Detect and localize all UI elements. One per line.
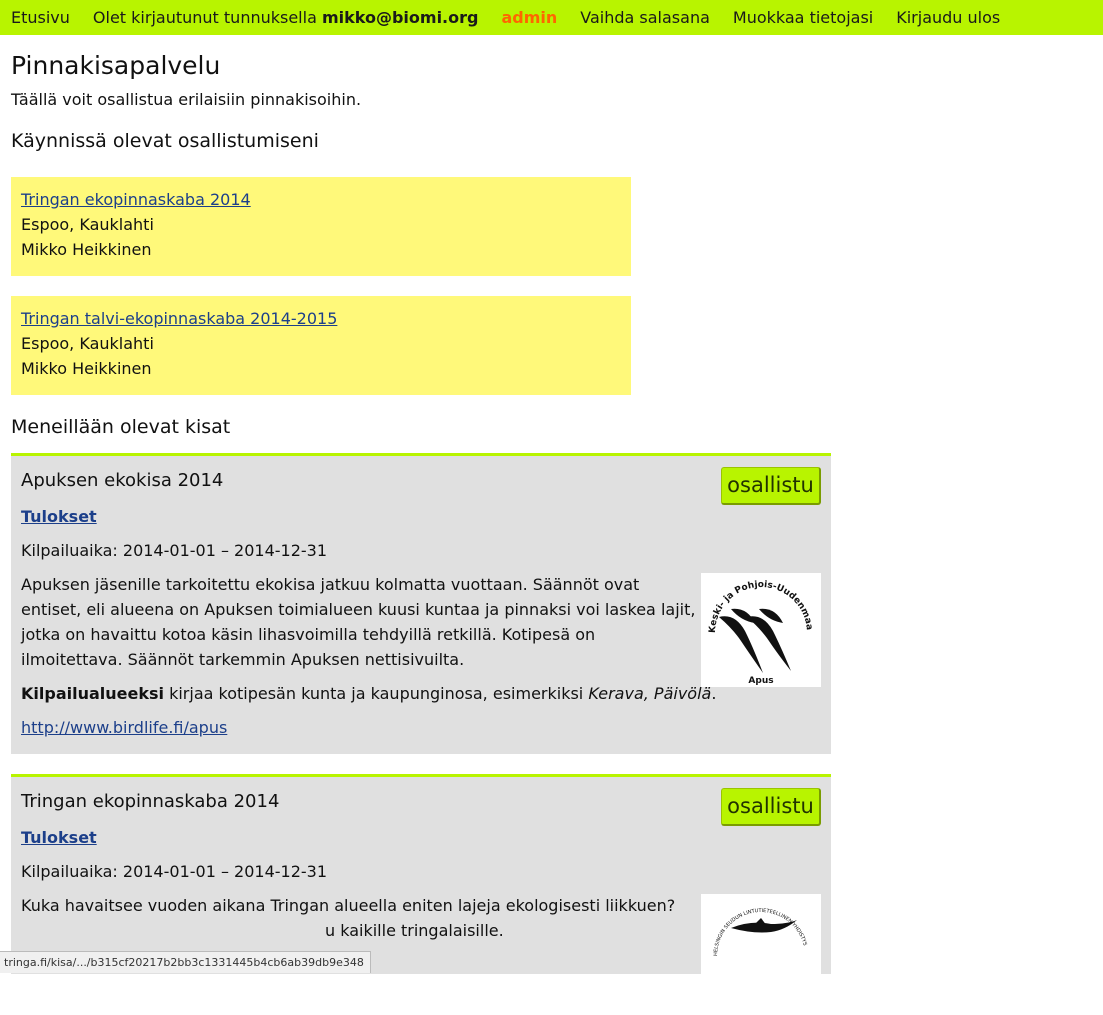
apus-logo-icon: Keski- ja Pohjois-Uudenmaan Lintuharrast…: [701, 573, 821, 687]
description-line: u kaikille tringalaisille.: [21, 918, 701, 943]
my-participations-heading: Käynnissä olevat osallistumiseni: [11, 129, 1091, 153]
join-button[interactable]: osallistu: [721, 788, 821, 826]
participation-list: Tringan ekopinnaskaba 2014 Espoo, Kaukla…: [11, 177, 1091, 395]
region-text: kirjaa kotipesän kunta ja kaupunginosa, …: [164, 684, 588, 703]
contest-list: osallistu Apuksen ekokisa 2014 Tulokset …: [11, 453, 1091, 974]
results-link[interactable]: Tulokset: [21, 828, 97, 847]
contest-period: Kilpailuaika: 2014-01-01 – 2014-12-31: [21, 859, 821, 884]
region-example: Kerava, Päivölä: [588, 684, 711, 703]
nav-logout-link[interactable]: Kirjaudu ulos: [896, 8, 1000, 27]
user-email: mikko@biomi.org: [322, 8, 479, 27]
nav-admin-link[interactable]: admin: [501, 8, 557, 27]
tringa-logo-icon: HELSINGIN SEUDUN LINTUTIETEELLINEN YHDIS…: [701, 894, 821, 1008]
page-title: Pinnakisapalvelu: [11, 51, 1091, 81]
participation-link[interactable]: Tringan ekopinnaskaba 2014: [21, 190, 251, 209]
participation-location: Espoo, Kauklahti: [21, 212, 621, 237]
participation-link[interactable]: Tringan talvi-ekopinnaskaba 2014-2015: [21, 309, 337, 328]
results-link[interactable]: Tulokset: [21, 507, 97, 526]
login-prefix: Olet kirjautunut tunnuksella: [93, 8, 322, 27]
participation-person: Mikko Heikkinen: [21, 356, 621, 381]
nav-edit-info-link[interactable]: Muokkaa tietojasi: [733, 8, 873, 27]
page-intro: Täällä voit osallistua erilaisiin pinnak…: [11, 90, 1091, 110]
browser-status-bar: tringa.fi/kisa/.../b315cf20217b2bb3c1331…: [0, 951, 371, 973]
contest-description: Apuksen jäsenille tarkoitettu ekokisa ja…: [21, 572, 701, 672]
participation-card: Tringan ekopinnaskaba 2014 Espoo, Kaukla…: [11, 177, 631, 276]
contest-external-link[interactable]: http://www.birdlife.fi/apus: [21, 718, 227, 737]
top-navigation: Etusivu Olet kirjautunut tunnuksella mik…: [0, 0, 1103, 35]
participation-location: Espoo, Kauklahti: [21, 331, 621, 356]
logo-name: Apus: [748, 676, 773, 686]
contest-period: Kilpailuaika: 2014-01-01 – 2014-12-31: [21, 538, 821, 563]
main-content: Pinnakisapalvelu Täällä voit osallistua …: [11, 35, 1091, 994]
contest-title: Tringan ekopinnaskaba 2014: [21, 790, 821, 814]
nav-change-password-link[interactable]: Vaihda salasana: [580, 8, 710, 27]
participation-person: Mikko Heikkinen: [21, 237, 621, 262]
contest-title: Apuksen ekokisa 2014: [21, 469, 821, 493]
contests-heading: Meneillään olevat kisat: [11, 415, 1091, 439]
description-line: Kuka havaitsee vuoden aikana Tringan alu…: [21, 893, 701, 918]
join-button[interactable]: osallistu: [721, 467, 821, 505]
nav-home-link[interactable]: Etusivu: [11, 8, 70, 27]
participation-card: Tringan talvi-ekopinnaskaba 2014-2015 Es…: [11, 296, 631, 395]
login-info: Olet kirjautunut tunnuksella mikko@biomi…: [93, 8, 479, 27]
contest-description: Kuka havaitsee vuoden aikana Tringan alu…: [21, 893, 701, 943]
contest-card: osallistu Tringan ekopinnaskaba 2014 Tul…: [11, 774, 831, 974]
contest-card: osallistu Apuksen ekokisa 2014 Tulokset …: [11, 453, 831, 754]
region-label: Kilpailualueeksi: [21, 684, 164, 703]
